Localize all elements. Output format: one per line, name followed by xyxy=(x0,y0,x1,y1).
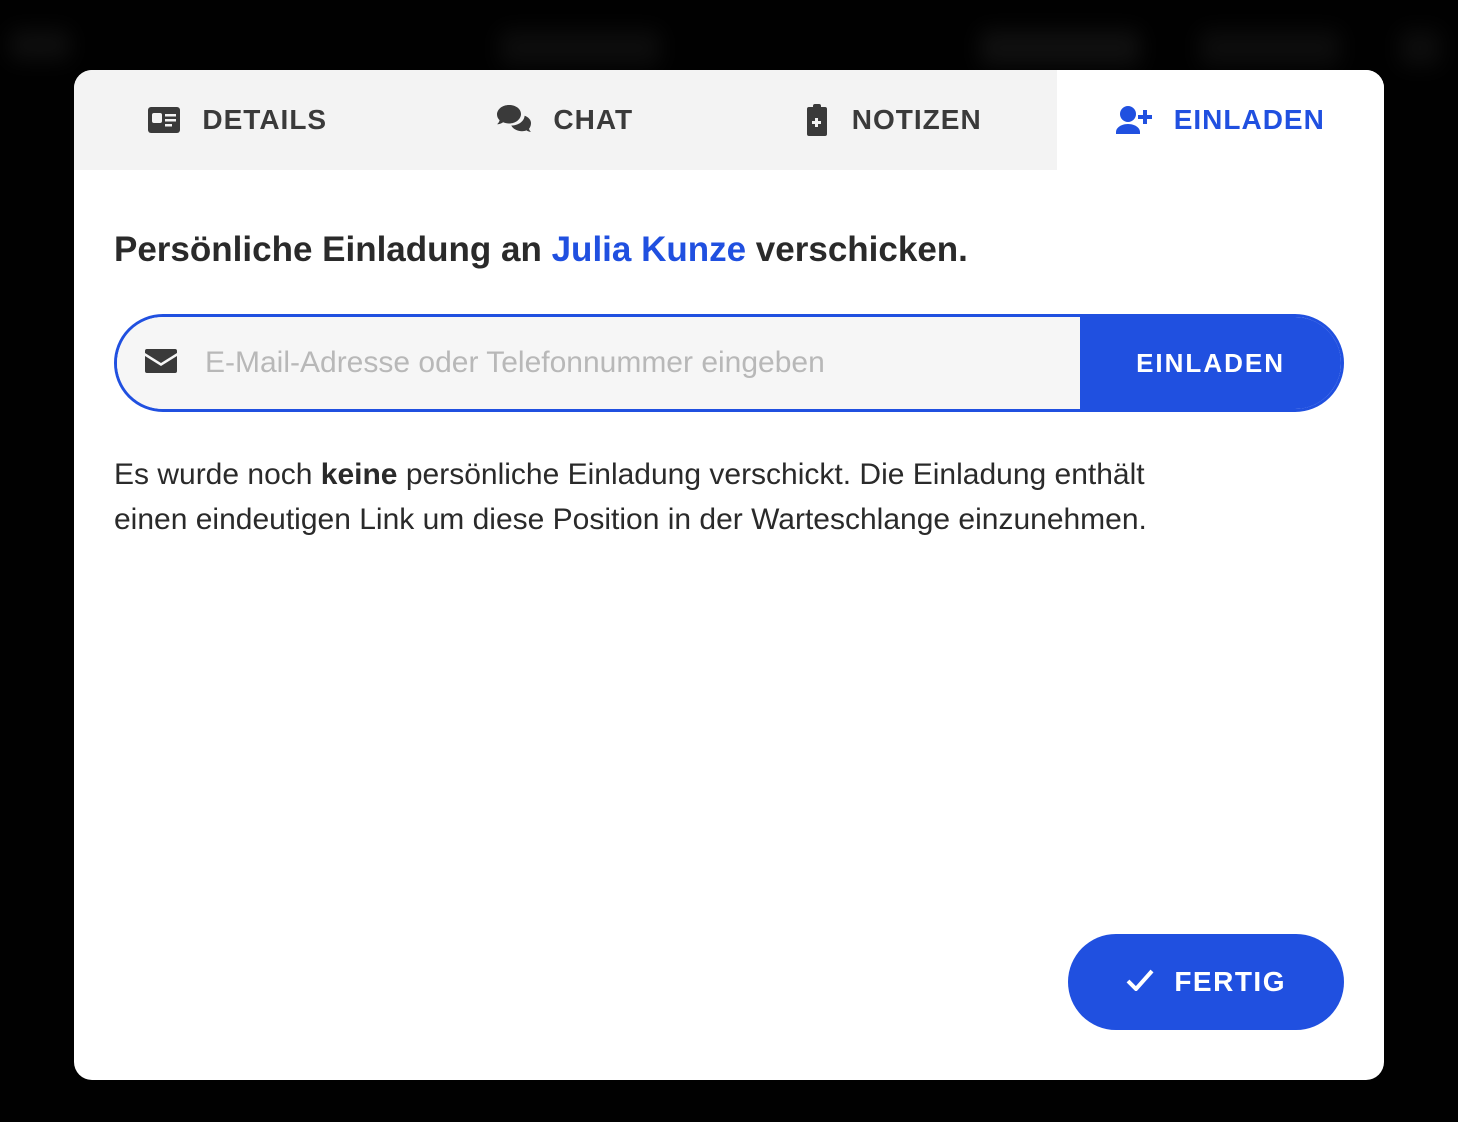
desc-part1: Es wurde noch xyxy=(114,458,321,491)
user-plus-icon xyxy=(1116,106,1152,134)
heading-suffix: verschicken. xyxy=(746,230,968,269)
id-card-icon xyxy=(148,107,180,133)
envelope-icon xyxy=(145,349,177,378)
clipboard-plus-icon xyxy=(804,104,830,136)
invite-input-wrap xyxy=(117,317,1080,409)
invite-description: Es wurde noch keine persönliche Einladun… xyxy=(114,452,1214,542)
tab-label: DETAILS xyxy=(202,104,327,136)
modal-overlay: DETAILS CHAT NOTIZEN EINLADEN xyxy=(0,0,1458,1122)
tab-label: NOTIZEN xyxy=(852,104,982,136)
check-icon xyxy=(1126,966,1154,998)
modal-body: Persönliche Einladung an Julia Kunze ver… xyxy=(74,170,1384,894)
tab-notes[interactable]: NOTIZEN xyxy=(729,70,1057,170)
done-button[interactable]: FERTIG xyxy=(1068,934,1344,1030)
heading-prefix: Persönliche Einladung an xyxy=(114,230,552,269)
invite-button[interactable]: EINLADEN xyxy=(1080,317,1341,409)
invitee-name: Julia Kunze xyxy=(552,230,746,269)
tab-label: CHAT xyxy=(553,104,633,136)
chat-icon xyxy=(497,105,531,135)
tab-chat[interactable]: CHAT xyxy=(402,70,730,170)
invite-input-row: EINLADEN xyxy=(114,314,1344,412)
contact-input[interactable] xyxy=(205,346,1052,380)
tab-details[interactable]: DETAILS xyxy=(74,70,402,170)
modal-dialog: DETAILS CHAT NOTIZEN EINLADEN xyxy=(74,70,1384,1080)
modal-footer: FERTIG xyxy=(74,894,1384,1080)
done-label: FERTIG xyxy=(1174,966,1286,998)
tab-invite[interactable]: EINLADEN xyxy=(1057,70,1385,170)
tab-label: EINLADEN xyxy=(1174,104,1325,136)
desc-bold: keine xyxy=(321,458,398,491)
tab-bar: DETAILS CHAT NOTIZEN EINLADEN xyxy=(74,70,1384,170)
invite-heading: Persönliche Einladung an Julia Kunze ver… xyxy=(114,230,1344,270)
